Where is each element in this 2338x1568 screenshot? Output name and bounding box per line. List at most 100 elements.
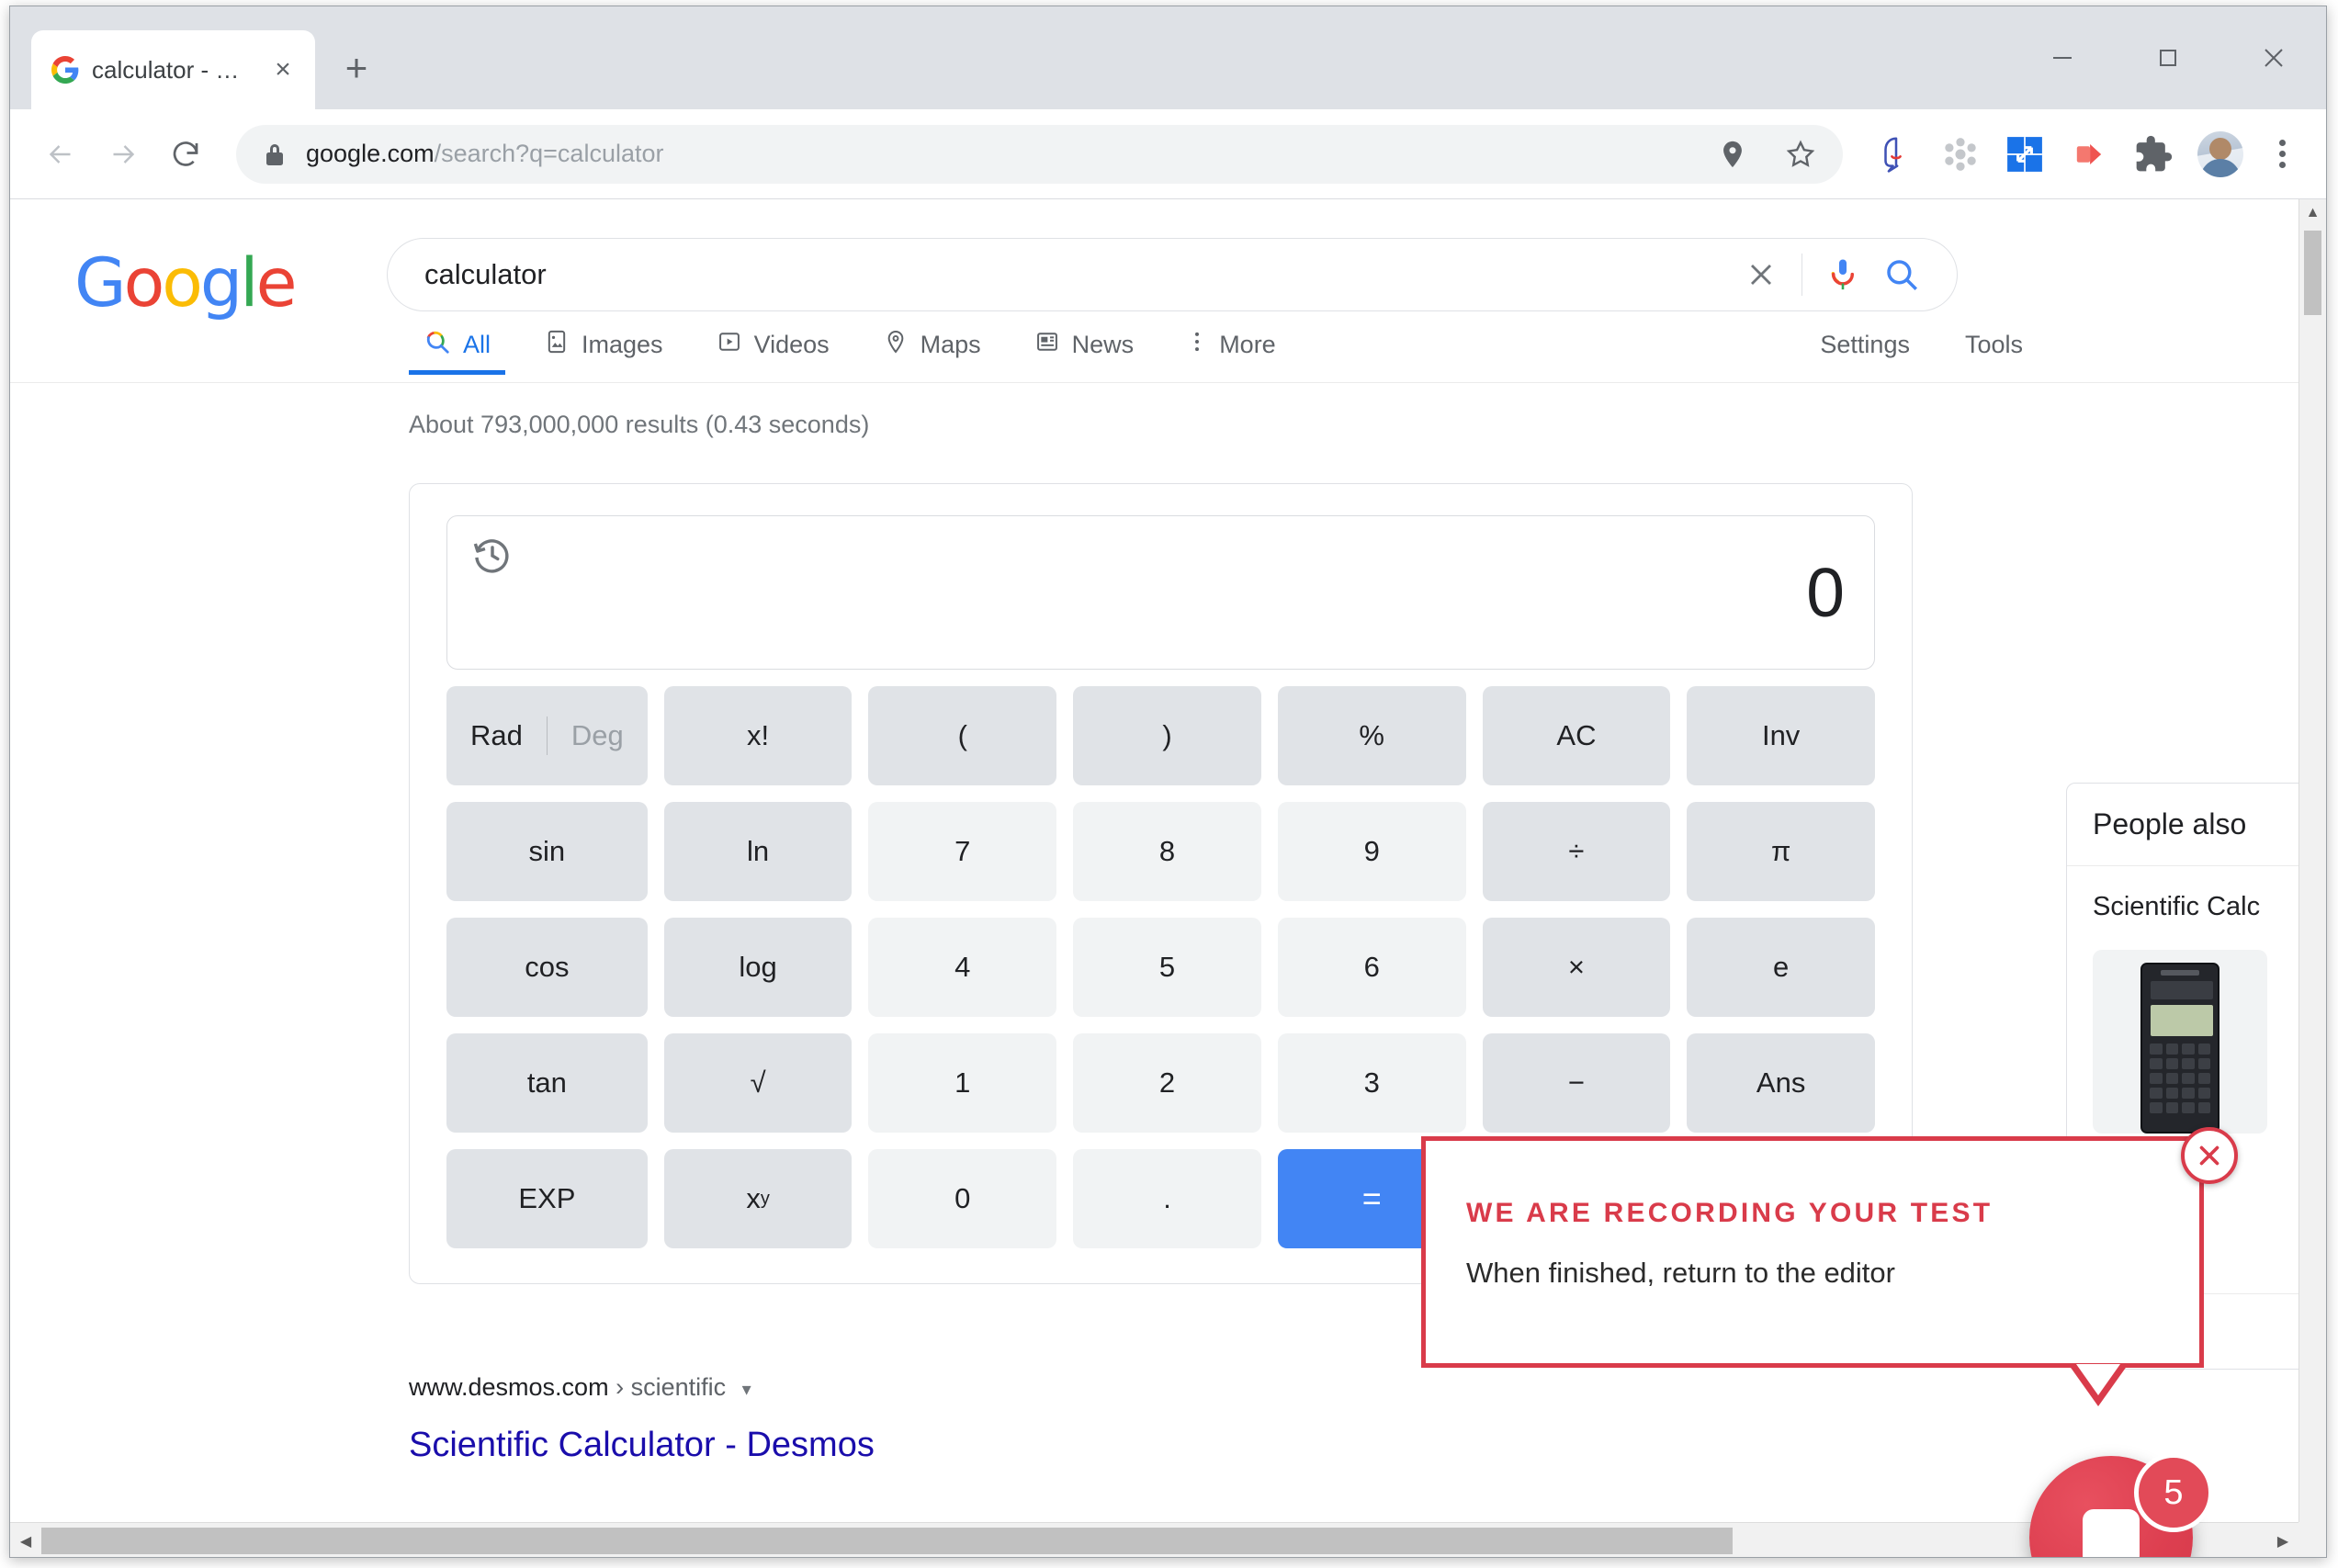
- calculator-brand-strip: [2161, 970, 2199, 976]
- voice-search-icon[interactable]: [1813, 245, 1872, 304]
- logo-letter: G: [74, 244, 124, 322]
- key-0[interactable]: 0: [868, 1149, 1056, 1248]
- search-result: www.desmos.com › scientific ▾ Scientific…: [409, 1373, 2298, 1468]
- settings-button[interactable]: Settings: [1820, 314, 1910, 375]
- result-title-link[interactable]: Scientific Calculator - Desmos: [409, 1424, 2298, 1468]
- reload-button[interactable]: [157, 126, 214, 183]
- bookmark-star-icon[interactable]: [1777, 130, 1824, 178]
- key-7[interactable]: 7: [868, 802, 1056, 901]
- result-caret-icon[interactable]: ▾: [742, 1380, 751, 1400]
- tab-news[interactable]: News: [1020, 314, 1149, 375]
- key-percent[interactable]: %: [1278, 686, 1466, 785]
- ghost-extension-icon[interactable]: [1870, 129, 1922, 180]
- minimize-button[interactable]: [2009, 6, 2115, 109]
- key-5[interactable]: 5: [1073, 918, 1261, 1017]
- maximize-button[interactable]: [2115, 6, 2220, 109]
- calculator-value: 0: [1806, 558, 1845, 627]
- key-tan[interactable]: tan: [446, 1033, 648, 1133]
- knowledge-panel-header: People also: [2067, 784, 2298, 866]
- search-input[interactable]: calculator: [424, 258, 1732, 291]
- key-open-paren[interactable]: (: [868, 686, 1056, 785]
- logo-letter: e: [256, 244, 295, 322]
- tab-more[interactable]: More: [1172, 314, 1291, 375]
- clear-search-icon[interactable]: [1732, 245, 1790, 304]
- key-6[interactable]: 6: [1278, 918, 1466, 1017]
- tools-button[interactable]: Tools: [1965, 314, 2023, 375]
- tab-label: Maps: [921, 331, 981, 359]
- address-bar[interactable]: google.com/search?q=calculator: [236, 125, 1843, 184]
- tab-all[interactable]: All: [409, 314, 505, 375]
- tab-maps[interactable]: Maps: [868, 314, 996, 375]
- horizontal-scrollbar[interactable]: ◀ ▶: [10, 1522, 2298, 1558]
- key-close-paren[interactable]: ): [1073, 686, 1261, 785]
- key-2[interactable]: 2: [1073, 1033, 1261, 1133]
- key-exp[interactable]: EXP: [446, 1149, 648, 1248]
- tab-images[interactable]: Images: [529, 314, 678, 375]
- back-button[interactable]: [32, 126, 89, 183]
- forward-button[interactable]: [95, 126, 152, 183]
- scroll-left-arrow[interactable]: ◀: [10, 1532, 41, 1551]
- logo-letter: o: [124, 244, 163, 322]
- key-rad-deg-toggle[interactable]: Rad Deg: [446, 686, 648, 785]
- red-arrow-extension-icon[interactable]: [2063, 129, 2115, 180]
- browser-tab[interactable]: calculator - Google Search ×: [31, 30, 315, 109]
- key-cos[interactable]: cos: [446, 918, 648, 1017]
- key-pi[interactable]: π: [1687, 802, 1875, 901]
- new-tab-button[interactable]: +: [335, 47, 378, 89]
- scrollbar-corner: [2298, 1522, 2326, 1558]
- kebab-icon: [1187, 329, 1207, 361]
- close-window-button[interactable]: [2220, 6, 2326, 109]
- key-all-clear[interactable]: AC: [1483, 686, 1671, 785]
- snowflake-extension-icon[interactable]: [1935, 129, 1986, 180]
- key-inv[interactable]: Inv: [1687, 686, 1875, 785]
- key-e[interactable]: e: [1687, 918, 1875, 1017]
- key-power[interactable]: xy: [664, 1149, 853, 1248]
- key-minus[interactable]: −: [1483, 1033, 1671, 1133]
- horizontal-scrollbar-thumb[interactable]: [41, 1528, 1733, 1554]
- key-3[interactable]: 3: [1278, 1033, 1466, 1133]
- result-url: www.desmos.com › scientific ▾: [409, 1373, 2298, 1402]
- blue-resize-extension-icon[interactable]: [1999, 129, 2050, 180]
- knowledge-panel-item[interactable]: Scientific Calc: [2067, 866, 2298, 1134]
- key-factorial[interactable]: x!: [664, 686, 853, 785]
- key-log[interactable]: log: [664, 918, 853, 1017]
- logo-letter: l: [240, 244, 255, 322]
- key-decimal[interactable]: .: [1073, 1149, 1261, 1248]
- horizontal-scroll-track[interactable]: [41, 1523, 2267, 1558]
- recording-popup-close-icon[interactable]: [2181, 1127, 2238, 1184]
- key-9[interactable]: 9: [1278, 802, 1466, 901]
- tab-close-icon[interactable]: ×: [267, 54, 299, 85]
- key-multiply[interactable]: ×: [1483, 918, 1671, 1017]
- google-search-bar[interactable]: calculator: [387, 238, 1958, 311]
- image-icon: [544, 329, 570, 361]
- search-submit-icon[interactable]: [1872, 245, 1931, 304]
- key-sqrt[interactable]: √: [664, 1033, 853, 1133]
- browser-menu-icon[interactable]: [2258, 130, 2306, 178]
- key-ans[interactable]: Ans: [1687, 1033, 1875, 1133]
- vertical-scrollbar-thumb[interactable]: [2304, 231, 2321, 315]
- scroll-up-arrow[interactable]: ▲: [2299, 199, 2326, 227]
- vertical-scrollbar[interactable]: ▲: [2298, 199, 2326, 1522]
- key-8[interactable]: 8: [1073, 802, 1261, 901]
- tab-label: News: [1072, 331, 1135, 359]
- key-power-base: x: [746, 1182, 761, 1215]
- key-sin[interactable]: sin: [446, 802, 648, 901]
- calculator-photo: [2093, 950, 2267, 1134]
- location-pin-icon[interactable]: [1709, 130, 1756, 178]
- profile-avatar[interactable]: [2197, 131, 2243, 177]
- result-domain: www.desmos.com: [409, 1373, 609, 1401]
- key-rad[interactable]: Rad: [446, 719, 547, 752]
- tab-videos[interactable]: Videos: [702, 314, 844, 375]
- key-deg[interactable]: Deg: [548, 719, 648, 752]
- recording-popup-subtitle: When finished, return to the editor: [1466, 1257, 2199, 1290]
- history-clock-icon[interactable]: [471, 535, 514, 577]
- scroll-right-arrow[interactable]: ▶: [2267, 1532, 2298, 1551]
- google-logo[interactable]: Google: [74, 250, 294, 317]
- search-vertical-nav: All Images: [10, 314, 2298, 382]
- key-divide[interactable]: ÷: [1483, 802, 1671, 901]
- puzzle-extensions-icon[interactable]: [2128, 129, 2179, 180]
- key-1[interactable]: 1: [868, 1033, 1056, 1133]
- tab-title: calculator - Google Search: [92, 56, 254, 85]
- key-4[interactable]: 4: [868, 918, 1056, 1017]
- key-ln[interactable]: ln: [664, 802, 853, 901]
